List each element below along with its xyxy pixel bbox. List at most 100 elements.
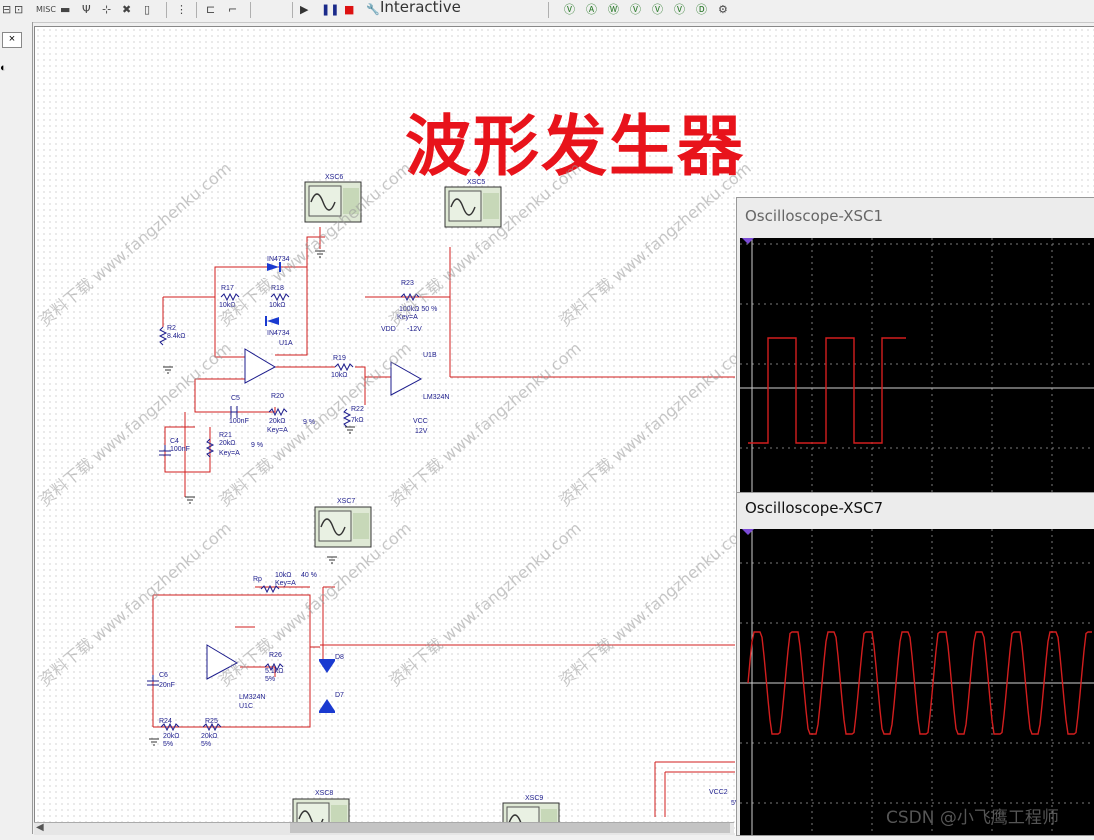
close-panel-button[interactable]: × [2, 32, 22, 48]
source-icon[interactable]: ⊡ [14, 1, 23, 19]
probe-digital-icon[interactable]: Ⓥ [674, 1, 685, 19]
svg-text:R17: R17 [221, 285, 234, 292]
svg-text:R24: R24 [159, 718, 172, 725]
oscilloscope-xsc7-screen [740, 529, 1094, 835]
misc-button[interactable]: MISC [36, 1, 56, 19]
rf-icon[interactable]: ✖ [122, 1, 131, 19]
svg-text:R20: R20 [271, 393, 284, 400]
svg-text:C6: C6 [159, 672, 168, 679]
csdn-credit: CSDN @小飞鹰工程师 [886, 808, 1059, 828]
diode-label: D7 [335, 692, 344, 699]
svg-text:40 %: 40 % [301, 572, 317, 579]
svg-text:100nF: 100nF [170, 446, 190, 453]
wrench-icon: 🔧 [366, 3, 380, 16]
opamp-label: U1C [239, 703, 253, 710]
instrument-xsc5[interactable] [444, 186, 502, 228]
instrument-xsc7[interactable] [314, 506, 372, 548]
svg-text:20nF: 20nF [159, 682, 175, 689]
diode-label: IN4734 [267, 330, 290, 337]
svg-text:5%: 5% [201, 741, 211, 748]
diode-d7[interactable] [319, 699, 335, 713]
bus-icon[interactable]: ⋮ [176, 1, 187, 19]
svg-text:R25: R25 [205, 718, 218, 725]
pause-icon[interactable]: ❚❚ [321, 1, 339, 19]
simulation-mode-label[interactable]: Interactive [380, 0, 461, 16]
instrument-label: XSC6 [325, 174, 343, 181]
svg-text:资料下载 www.fangzhenku.com: 资料下载 www.fangzhenku.com [555, 158, 754, 330]
probe-reference-icon[interactable]: Ⓓ [696, 1, 707, 19]
svg-text:20kΩ: 20kΩ [219, 440, 236, 447]
probe-icon[interactable]: ⊹ [102, 1, 111, 19]
svg-text:12V: 12V [415, 428, 428, 435]
svg-text:20kΩ: 20kΩ [201, 733, 218, 740]
svg-text:R2: R2 [167, 325, 176, 332]
svg-text:资料下载 www.fangzhenku.com: 资料下载 www.fangzhenku.com [35, 518, 234, 690]
svg-text:100nF: 100nF [229, 418, 249, 425]
svg-text:5%: 5% [163, 741, 173, 748]
toolbar-divider [166, 2, 167, 18]
svg-text:VDD: VDD [381, 326, 396, 333]
svg-text:Key=A: Key=A [275, 580, 296, 587]
svg-text:R21: R21 [219, 432, 232, 439]
toolbar-divider [196, 2, 197, 18]
svg-text:C4: C4 [170, 438, 179, 445]
svg-text:-12V: -12V [407, 326, 422, 333]
display-icon[interactable]: ▬ [60, 1, 70, 19]
svg-text:10kΩ: 10kΩ [269, 302, 286, 309]
toolbar-divider [292, 2, 293, 18]
window-title: Oscilloscope-XSC1 [745, 207, 884, 225]
antenna-icon[interactable]: Ψ [82, 1, 91, 19]
svg-text:Key=A: Key=A [219, 450, 240, 457]
toolbar-divider [250, 2, 251, 18]
wire-step-icon[interactable]: ⌐ [228, 1, 237, 19]
probe-voltage-icon[interactable]: Ⓥ [564, 1, 575, 19]
zener-diode[interactable] [265, 316, 279, 326]
oscilloscope-xsc7-window[interactable]: Oscilloscope-XSC7 [736, 492, 1094, 836]
svg-text:10kΩ: 10kΩ [275, 572, 292, 579]
svg-text:7kΩ: 7kΩ [351, 417, 364, 424]
opamp-label: U1B [423, 352, 437, 359]
svg-text:Key=A: Key=A [267, 427, 288, 434]
settings-gear-icon[interactable]: ⚙ [718, 1, 728, 19]
instrument-label: XSC5 [467, 179, 485, 186]
panel-node-icon[interactable]: ◐ [0, 62, 12, 76]
watermark-layer: 资料下载 www.fangzhenku.com 资料下载 www.fangzhe… [35, 158, 754, 690]
diode-d8[interactable] [319, 659, 335, 673]
instrument-label: XSC9 [525, 795, 543, 802]
svg-text:R22: R22 [351, 406, 364, 413]
instrument-label: XSC7 [337, 498, 355, 505]
opamp-model: LM324N [239, 694, 265, 701]
svg-text:5.1kΩ: 5.1kΩ [265, 668, 283, 675]
stop-icon[interactable]: ■ [344, 1, 354, 19]
diode-label: D8 [335, 654, 344, 661]
component-icon[interactable]: ⊟ [2, 1, 11, 19]
svg-text:Rp: Rp [253, 576, 262, 583]
svg-text:C5: C5 [231, 395, 240, 402]
svg-text:R19: R19 [333, 355, 346, 362]
probe-power-icon[interactable]: Ⓦ [608, 1, 619, 19]
svg-text:资料下载 www.fangzhenku.com: 资料下载 www.fangzhenku.com [35, 158, 234, 330]
probe-differential-icon[interactable]: Ⓥ [630, 1, 641, 19]
opamp-label: U1A [279, 340, 293, 347]
oscilloscope-xsc1-screen [740, 238, 1094, 493]
scroll-left-icon[interactable]: ◀ [36, 822, 44, 833]
electromech-icon[interactable]: ▯ [144, 1, 150, 19]
ground-symbols [149, 250, 355, 746]
toolbar-divider [548, 2, 549, 18]
run-icon[interactable]: ▶ [300, 1, 308, 19]
opamp-u1a[interactable] [244, 348, 277, 384]
scrollbar-thumb[interactable] [290, 823, 730, 833]
probe-ref-icon[interactable]: Ⓥ [652, 1, 663, 19]
window-title: Oscilloscope-XSC7 [745, 499, 884, 517]
svg-text:VCC: VCC [413, 418, 428, 425]
probe-current-icon[interactable]: Ⓐ [586, 1, 597, 19]
hierarchy-icon[interactable]: ⊏ [206, 1, 215, 19]
svg-text:10kΩ: 10kΩ [331, 372, 348, 379]
square-wave-trace [740, 238, 1094, 493]
svg-text:5%: 5% [265, 676, 275, 683]
svg-text:VCC2: VCC2 [709, 789, 728, 796]
oscilloscope-xsc1-window[interactable]: Oscilloscope-XSC1 [736, 197, 1094, 494]
design-toolbox-panel: × ◐ [0, 22, 33, 834]
svg-text:R23: R23 [401, 280, 414, 287]
svg-text:资料下载 www.fangzhenku.com: 资料下载 www.fangzhenku.com [385, 518, 584, 690]
